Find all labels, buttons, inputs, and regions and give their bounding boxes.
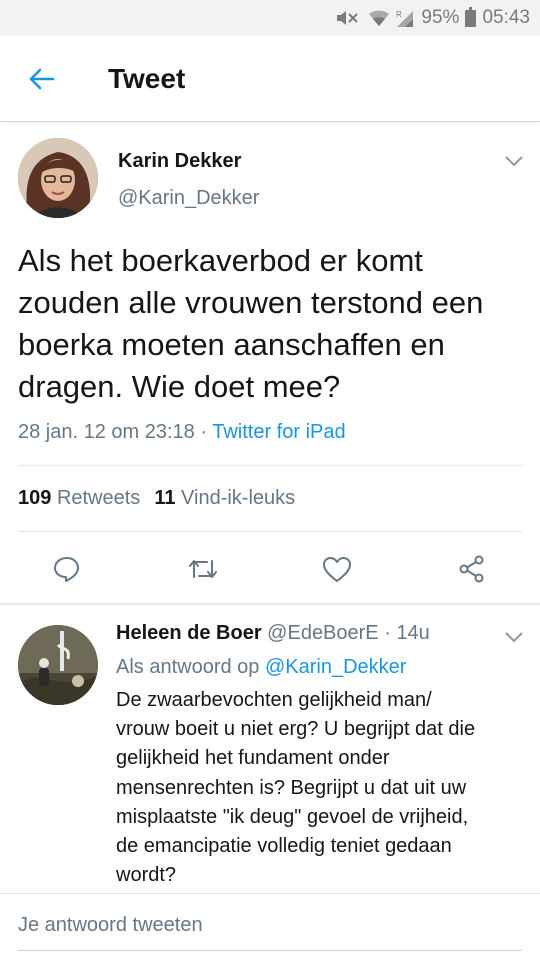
reply-to-mention[interactable]: @Karin_Dekker	[265, 656, 406, 678]
reply-line: De zwaarbevochten gelijkheid man/	[116, 689, 432, 711]
page-title: Tweet	[108, 63, 186, 94]
author-avatar[interactable]	[18, 138, 98, 218]
back-button[interactable]	[22, 62, 62, 96]
retweet-button[interactable]	[186, 552, 220, 586]
meta-separator: ·	[194, 421, 213, 443]
like-count: 11	[154, 487, 176, 509]
reply-button[interactable]	[50, 552, 84, 586]
app-bar: Tweet	[0, 36, 540, 122]
reply-time: 14u	[396, 622, 430, 644]
share-icon	[459, 555, 484, 583]
retweets-stat[interactable]: 109 Retweets	[18, 487, 140, 509]
chevron-down-icon	[505, 156, 523, 167]
reply-line: wordt?	[116, 864, 177, 887]
like-icon	[323, 557, 351, 582]
reply-to-context: Als antwoord op @Karin_Dekker	[116, 656, 406, 679]
reply-line: de emancipatie volledig teniet gedaan	[116, 835, 452, 858]
status-bar: R 95% 05:43	[0, 0, 540, 36]
retweet-icon	[189, 560, 217, 578]
reply-line: vrouw boeit u niet erg? U begrijpt dat d…	[116, 718, 476, 741]
arrow-left-icon	[29, 68, 55, 90]
likes-stat[interactable]: 11 Vind-ik-leuks	[154, 487, 295, 509]
reply-menu-button[interactable]	[503, 630, 525, 644]
wifi-icon	[369, 9, 390, 27]
reply-line: gelijkheid het fundament onder	[116, 747, 390, 770]
share-button[interactable]	[455, 552, 489, 586]
like-button[interactable]	[320, 552, 354, 586]
retweet-count: 109	[18, 487, 52, 509]
retweet-label: Retweets	[56, 487, 141, 509]
like-label: Vind-ik-leuks	[181, 487, 296, 509]
tweet-source-link[interactable]: Twitter for iPad	[212, 421, 345, 443]
reply-compose-input[interactable]: Je antwoord tweeten	[18, 914, 203, 937]
reply-header: Heleen de Boer @EdeBoerE · 14u	[116, 622, 430, 645]
tweet-meta: 28 jan. 12 om 23:18 · Twitter for iPad	[18, 421, 346, 444]
author-name[interactable]: Karin Dekker	[118, 150, 241, 173]
reply-icon	[54, 557, 79, 582]
reply-avatar[interactable]	[18, 625, 98, 705]
tweet-timestamp: 28 jan. 12 om 23:18	[18, 421, 195, 443]
tweet-stats: 109 Retweets 11 Vind-ik-leuks	[18, 487, 295, 510]
tweet-menu-button[interactable]	[503, 154, 525, 168]
reply-line: misplaatste "ik deug" gevoel de vrijheid…	[116, 805, 469, 828]
reply-text: De zwaarbevochten gelijkheid man/ vrouw …	[116, 686, 528, 890]
divider	[18, 465, 522, 466]
compose-underline	[18, 950, 522, 951]
mute-icon	[335, 8, 363, 28]
clock: 05:43	[482, 7, 530, 28]
chevron-down-icon	[505, 632, 523, 643]
svg-text:R: R	[396, 10, 402, 19]
reply-author-name[interactable]: Heleen de Boer	[116, 622, 262, 644]
reply-line: mensenrechten is? Begrijpt u dat uit uw	[116, 776, 467, 799]
tweet-text: Als het boerkaverbod er komt zouden alle…	[18, 243, 484, 404]
divider	[18, 531, 522, 532]
reply-to-prefix: Als antwoord op	[116, 656, 265, 678]
reply-author-handle[interactable]: @EdeBoerE	[267, 622, 378, 644]
battery-icon	[465, 6, 477, 27]
reply-separator: ·	[378, 622, 397, 644]
section-divider	[0, 603, 540, 605]
signal-icon: R	[395, 8, 415, 28]
battery-percent: 95%	[421, 7, 460, 28]
author-handle[interactable]: @Karin_Dekker	[118, 187, 259, 210]
